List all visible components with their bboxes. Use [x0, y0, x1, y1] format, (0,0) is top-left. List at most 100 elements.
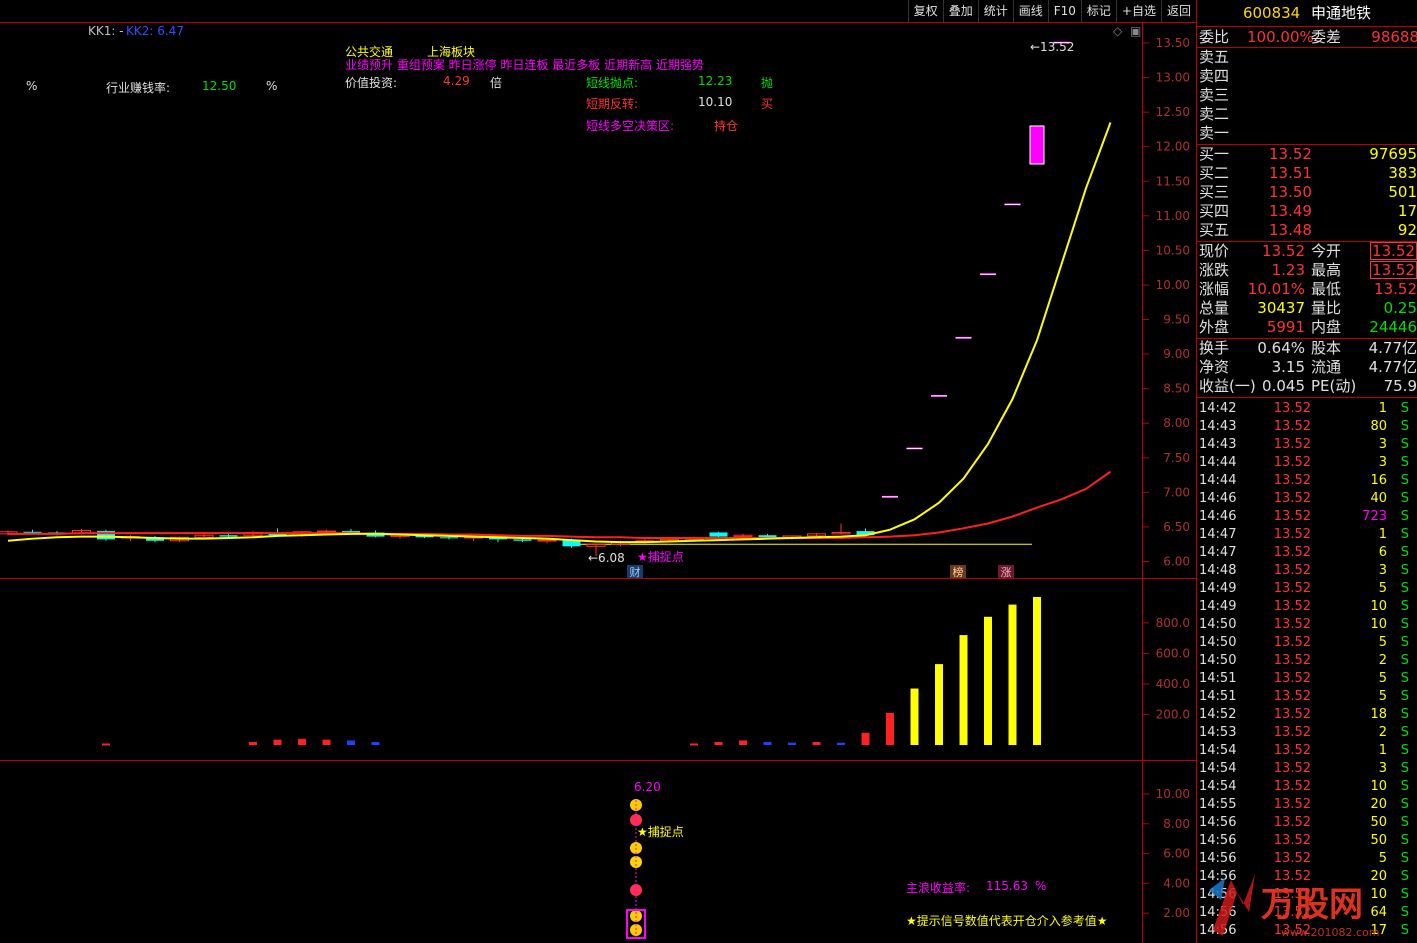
tick-volume: 10: [1370, 779, 1387, 794]
sell-level-label: 卖二: [1199, 105, 1230, 123]
high-price-marker: ←13.52: [1030, 40, 1074, 54]
tick-volume: 3: [1378, 437, 1387, 452]
tick-side: S: [1400, 833, 1409, 848]
candle-body: [537, 539, 557, 542]
tick-volume: 40: [1370, 491, 1387, 506]
stat-label: 总量: [1199, 299, 1230, 317]
buy-level-price: 13.48: [1269, 221, 1312, 239]
volume-bar: [837, 742, 845, 745]
low-price-marker: ←6.08: [588, 551, 625, 565]
tick-time: 14:52: [1199, 707, 1237, 722]
tick-price: 13.52: [1273, 689, 1311, 704]
fund-value: 4.77亿: [1368, 339, 1417, 357]
tick-price: 13.52: [1273, 779, 1311, 794]
tick-time: 14:56: [1199, 833, 1237, 848]
tick-price: 13.52: [1273, 617, 1311, 632]
tick-side: S: [1400, 527, 1409, 542]
stat-label: 量比: [1311, 299, 1342, 317]
buy-level-row: 买五 13.48 92: [1197, 221, 1417, 240]
tick-time: 14:55: [1199, 797, 1237, 812]
tick-time: 14:54: [1199, 779, 1237, 794]
sell-level-label: 卖五: [1199, 48, 1230, 66]
tick-price: 13.52: [1273, 563, 1311, 578]
stat-label: 最高: [1311, 261, 1342, 279]
profit-rate-unit: %: [1035, 879, 1047, 893]
tick-price: 13.52: [1273, 437, 1311, 452]
price-tick-label: 8.00: [1163, 416, 1190, 430]
buy-level-label: 买四: [1199, 202, 1230, 220]
sell-level-row: 卖四: [1197, 67, 1417, 86]
volume-tick-label: 400.0: [1156, 677, 1190, 691]
price-tick-label: 8.50: [1163, 382, 1190, 396]
tick-time: 14:42: [1199, 401, 1237, 416]
tick-price: 13.52: [1273, 833, 1311, 848]
tick-volume: 2: [1378, 725, 1387, 740]
tick-volume: 10: [1370, 617, 1387, 632]
tick-time: 14:46: [1199, 491, 1237, 506]
app-window: 复权 叠加 统计 画线 F10 标记 +自选 返回 KK1: - KK2: 6.47 公共交通…: [0, 0, 1417, 943]
ma-yellow-line: [7, 122, 1112, 544]
quote-stat-row: 外盘 5991 内盘 24446: [1197, 318, 1417, 337]
tick-volume: 1: [1378, 527, 1387, 542]
buy-level-price: 13.49: [1269, 202, 1312, 220]
ma-red-line: [8, 470, 1112, 539]
tick-volume: 2: [1378, 653, 1387, 668]
stat-value: 13.52: [1370, 242, 1417, 260]
tick-time: 14:56: [1199, 815, 1237, 830]
candle-body: [440, 537, 458, 539]
tick-time: 14:44: [1199, 473, 1237, 488]
fundamental-row: 收益(一) 0.045 PE(动) 75.9: [1197, 377, 1417, 396]
buy-level-label: 买一: [1199, 145, 1230, 163]
volume-bar: [1008, 604, 1017, 745]
capture-point-label: ★捕捉点: [637, 549, 684, 564]
volume-bar: [788, 742, 796, 745]
price-tick-label: 11.00: [1156, 209, 1190, 223]
sell-level-label: 卖四: [1199, 67, 1230, 85]
volume-bar: [984, 616, 992, 745]
tick-time: 14:48: [1199, 563, 1237, 578]
tick-time: 14:50: [1199, 617, 1237, 632]
price-tick-label: 12.50: [1156, 105, 1190, 119]
tick-row: 14:42 13.52 1 S: [1197, 400, 1417, 418]
tick-side: S: [1400, 545, 1409, 560]
sell-level-row: 卖三: [1197, 86, 1417, 105]
fund-label: 换手: [1199, 339, 1230, 357]
chart-area[interactable]: 13.50 13.00 12.50 12.00 11.50 11.00 10.50 10.00…: [0, 0, 1196, 943]
tick-price: 13.52: [1273, 401, 1311, 416]
tick-row: 14:55 13.52 20 S: [1197, 796, 1417, 814]
stat-label: 内盘: [1311, 318, 1342, 336]
tick-side: S: [1400, 815, 1409, 830]
stat-label: 涨跌: [1199, 261, 1230, 279]
price-tick-label: 7.00: [1163, 485, 1190, 499]
volume-bar: [371, 741, 380, 745]
tick-volume: 5: [1378, 689, 1387, 704]
candle-body: [1029, 125, 1045, 165]
order-ratio-label: 委比: [1199, 28, 1230, 46]
bang-badge-text: 榜: [953, 565, 964, 579]
tick-side: S: [1400, 419, 1409, 434]
sell-level-row: 卖一: [1197, 124, 1417, 143]
tick-volume: 1: [1378, 743, 1387, 758]
stat-value: 10.01%: [1247, 280, 1305, 298]
stat-label: 外盘: [1199, 318, 1230, 336]
tick-side: S: [1400, 779, 1409, 794]
volume-bar: [935, 664, 943, 745]
tick-side: S: [1400, 509, 1409, 524]
signal-tick-label: 2.00: [1163, 906, 1190, 920]
price-tick-label: 11.50: [1156, 174, 1190, 188]
fund-value: 0.045: [1262, 377, 1305, 395]
volume-bar: [886, 712, 894, 745]
tick-row: 14:44 13.52 16 S: [1197, 472, 1417, 490]
cai-badge-text: 财: [630, 565, 641, 579]
tick-price: 13.52: [1273, 671, 1311, 686]
stat-label: 今开: [1311, 242, 1342, 260]
signal-value-label: 6.20: [634, 780, 661, 794]
tick-row: 14:50 13.52 2 S: [1197, 652, 1417, 670]
buy-level-volume: 383: [1388, 164, 1417, 182]
tick-volume: 723: [1362, 509, 1387, 524]
tick-volume: 10: [1370, 599, 1387, 614]
tick-price: 13.52: [1273, 761, 1311, 776]
tick-time: 14:54: [1199, 743, 1237, 758]
sell-level-row: 卖五: [1197, 48, 1417, 67]
profit-rate-value: 115.63: [986, 879, 1028, 893]
